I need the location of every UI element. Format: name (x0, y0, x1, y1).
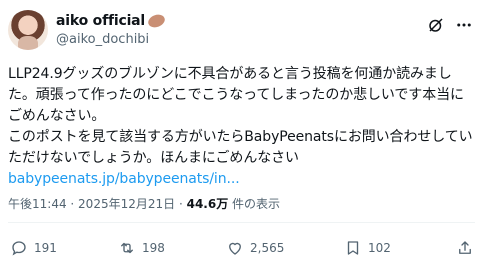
meta-separator: · (66, 197, 79, 211)
avatar[interactable] (8, 10, 48, 50)
tweet-link[interactable]: babypeenats.jp/babypeenats/in... (8, 171, 240, 187)
repost-button[interactable]: 198 (118, 236, 165, 260)
like-icon (229, 242, 241, 255)
like-count: 2,565 (250, 241, 285, 255)
more-options-icon[interactable] (455, 16, 473, 34)
handle[interactable]: @aiko_dochibi (56, 32, 165, 47)
views-count: 44.6万 (186, 197, 229, 211)
tweet-line: ごめんなさい。 (8, 108, 106, 124)
tweet-text: LLP24.9グッズのブルゾンに不具合があると言う投稿を何通か読みまし た。頑張… (8, 64, 478, 190)
display-name[interactable]: aiko official (56, 13, 145, 29)
tweet-date[interactable]: 2025年12月21日 (78, 197, 175, 211)
author-names: aiko official @aiko_dochibi (56, 12, 167, 47)
bookmark-count: 102 (368, 241, 391, 255)
share-button[interactable] (456, 236, 480, 260)
tweet-line: た。頑張って作ったのにどこでこうなってしまったのか悲しいです本当に (8, 87, 464, 103)
tweet-header: aiko official @aiko_dochibi (8, 10, 475, 50)
share-icon (459, 241, 471, 254)
reply-count: 191 (34, 241, 57, 255)
tweet-line: LLP24.9グッズのブルゾンに不具合があると言う投稿を何通か読みまし (8, 66, 452, 82)
tweet-meta: 午後11:44 · 2025年12月21日 · 44.6万 件の表示 (8, 195, 280, 212)
views-label: 件の表示 (228, 197, 281, 211)
grok-icon[interactable] (427, 16, 445, 34)
meta-separator: · (175, 197, 187, 211)
repost-count: 198 (142, 241, 165, 255)
bookmark-icon (347, 241, 359, 255)
bicep-emoji-icon (146, 12, 167, 30)
bookmark-button[interactable]: 102 (344, 236, 391, 260)
tweet-time[interactable]: 午後11:44 (8, 197, 67, 211)
like-button[interactable]: 2,565 (226, 236, 284, 260)
display-name-row[interactable]: aiko official (56, 12, 167, 30)
tweet-line: ただけないでしょうか。ほんまにごめんなさい (8, 150, 299, 166)
reply-button[interactable]: 191 (10, 236, 57, 260)
reply-icon (12, 241, 26, 256)
tweet-line: このポストを見て該当する方がいたらBabyPeenatsにお問い合わせしてい (8, 129, 473, 145)
divider (8, 222, 475, 223)
repost-icon (121, 242, 133, 254)
action-bar: 191 198 2,565 102 (8, 236, 475, 260)
